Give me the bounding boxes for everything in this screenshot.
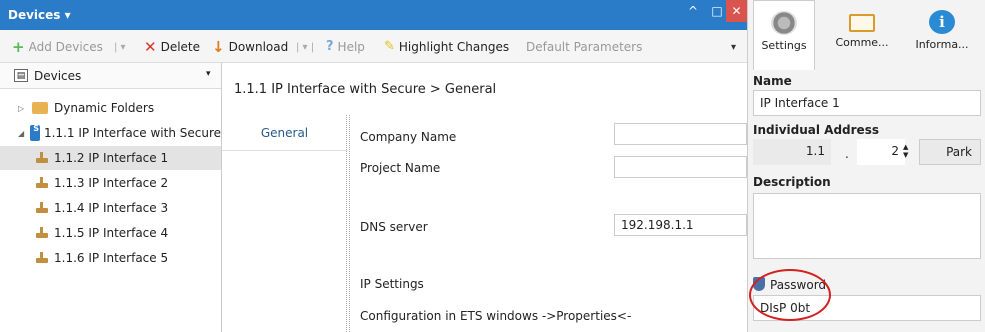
tree-item-label: 1.1.6 IP Interface 5 (54, 251, 169, 265)
close-button[interactable]: ✕ (726, 0, 747, 22)
description-field[interactable] (753, 193, 981, 259)
device-icon (34, 251, 50, 265)
device-icon (34, 201, 50, 215)
devices-panel-title: Devices (34, 68, 82, 83)
device-icon (34, 151, 50, 165)
tab-settings-label: Settings (761, 39, 807, 52)
delete-x-icon: ✕ (144, 38, 157, 56)
info-icon: i (929, 10, 955, 34)
delete-button[interactable]: ✕ Delete (144, 39, 200, 55)
secure-device-icon (30, 124, 40, 141)
device-icon (34, 226, 50, 240)
folder-icon (32, 102, 48, 114)
help-icon: ? (326, 39, 334, 54)
tree-item-ip-interface-5[interactable]: 1.1.6 IP Interface 5 (0, 246, 221, 270)
add-devices-dropdown[interactable]: | ▾ (114, 42, 126, 53)
window-titlebar: Devices ▾ ^ □ ✕ (0, 0, 747, 30)
breadcrumb: 1.1.1 IP Interface with Secure > General (234, 82, 497, 97)
tree-item-label: 1.1.4 IP Interface 3 (54, 201, 169, 215)
individual-address-row: 1.1 . 2 ▲ ▼ Park (753, 139, 981, 165)
download-arrow-icon: ↓ (212, 38, 225, 56)
tab-comments[interactable]: Comme... (828, 0, 896, 70)
device-icon (34, 176, 50, 190)
toolbar: + Add Devices | ▾ ✕ Delete ↓ Download | … (0, 30, 747, 63)
individual-address-label: Individual Address (753, 123, 879, 137)
collapse-button[interactable]: ^ (680, 0, 706, 22)
help-button[interactable]: ? Help (326, 39, 365, 55)
tab-information[interactable]: i Informa... (906, 0, 978, 70)
tree-item-label: Dynamic Folders (54, 101, 155, 115)
delete-label: Delete (160, 40, 201, 54)
tree-item-dynamic-folders[interactable]: ▷ Dynamic Folders (0, 96, 221, 120)
tree-item-label: 1.1.2 IP Interface 1 (54, 151, 169, 165)
chevron-down-icon[interactable]: ▾ (206, 69, 211, 79)
parameters-area: 1.1.1 IP Interface with Secure > General… (222, 63, 747, 332)
tree-item-label: 1.1.5 IP Interface 4 (54, 226, 169, 240)
config-note: Configuration in ETS windows ->Propertie… (360, 309, 632, 323)
window-title[interactable]: Devices ▾ (8, 8, 71, 22)
download-button[interactable]: ↓ Download (212, 39, 288, 55)
parameter-tabs: General (222, 115, 347, 332)
tab-general[interactable]: General (222, 115, 347, 151)
address-stepper[interactable]: ▲ ▼ (903, 143, 908, 159)
park-button[interactable]: Park (919, 139, 981, 165)
properties-panel: Settings Comme... i Informa... Name IP I… (747, 0, 985, 332)
toolbar-overflow-dropdown[interactable]: ▾ (731, 42, 736, 53)
address-separator: . (845, 147, 849, 161)
devices-panel: ▤ Devices ▾ ▷ Dynamic Folders ◢ 1.1.1 IP… (0, 63, 222, 332)
tree-item-ip-interface-2[interactable]: 1.1.3 IP Interface 2 (0, 171, 221, 195)
help-label: Help (337, 40, 365, 54)
add-devices-button[interactable]: + Add Devices (12, 39, 103, 55)
company-name-field[interactable] (614, 123, 747, 145)
tree-item-label: 1.1.3 IP Interface 2 (54, 176, 169, 190)
default-parameters-label: Default Parameters (526, 40, 643, 54)
gear-icon (771, 11, 797, 35)
tab-settings[interactable]: Settings (753, 0, 815, 70)
devices-panel-header[interactable]: ▤ Devices ▾ (0, 63, 221, 89)
address-number-field[interactable]: 2 (857, 139, 905, 165)
highlight-annotation-oval (749, 269, 831, 321)
tab-comments-label: Comme... (835, 36, 889, 49)
tree-item-ip-interface-3[interactable]: 1.1.4 IP Interface 3 (0, 196, 221, 220)
expand-arrow-icon[interactable]: ▷ (18, 104, 26, 113)
comment-icon (849, 14, 875, 32)
highlighter-icon: ✎ (384, 39, 395, 54)
address-prefix: 1.1 (753, 139, 831, 165)
tree-item-ip-interface-secure[interactable]: ◢ 1.1.1 IP Interface with Secure (0, 121, 221, 145)
properties-tabs: Settings Comme... i Informa... (748, 0, 985, 70)
description-label: Description (753, 175, 831, 189)
ip-settings-label: IP Settings (360, 277, 424, 291)
name-label: Name (753, 74, 792, 88)
name-field[interactable]: IP Interface 1 (753, 90, 981, 116)
download-dropdown[interactable]: | ▾ | (296, 42, 314, 53)
tabs-splitter[interactable] (346, 115, 350, 332)
highlight-changes-label: Highlight Changes (398, 40, 510, 54)
collapse-arrow-icon[interactable]: ◢ (18, 129, 24, 138)
tree-item-ip-interface-4[interactable]: 1.1.5 IP Interface 4 (0, 221, 221, 245)
restore-button[interactable]: □ (706, 0, 728, 22)
dns-server-label: DNS server (360, 220, 428, 234)
add-devices-label: Add Devices (28, 40, 103, 54)
tree-item-ip-interface-1[interactable]: 1.1.2 IP Interface 1 (0, 146, 221, 170)
default-parameters-button[interactable]: Default Parameters (526, 39, 642, 55)
dns-server-field[interactable]: 192.198.1.1 (614, 214, 747, 236)
tab-information-label: Informa... (915, 38, 969, 51)
highlight-changes-button[interactable]: ✎ Highlight Changes (384, 39, 509, 55)
project-name-label: Project Name (360, 161, 441, 175)
devices-icon: ▤ (14, 69, 28, 82)
plus-icon: + (12, 38, 25, 56)
download-label: Download (228, 40, 289, 54)
company-name-label: Company Name (360, 130, 457, 144)
project-name-field[interactable] (614, 156, 747, 178)
tree-item-label: 1.1.1 IP Interface with Secure (43, 126, 221, 140)
